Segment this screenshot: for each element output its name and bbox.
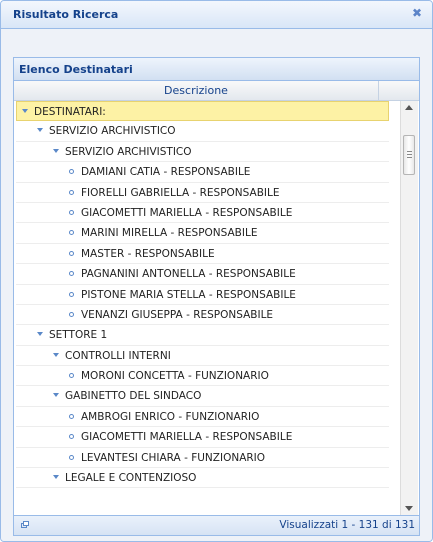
tree-node-label: DESTINATARI: <box>34 106 106 118</box>
tree-folder-row[interactable]: LEGALE E CONTENZIOSO <box>16 468 389 489</box>
tree-node-label: PISTONE MARIA STELLA - RESPONSABILE <box>81 288 296 301</box>
leaf-bullet-icon <box>69 189 74 195</box>
tree-grid: DESTINATARI: SERVIZIO ARCHIVISTICO SERVIZI… <box>16 101 389 515</box>
expand-arrow-icon[interactable] <box>37 332 43 337</box>
tree-node-label: MORONI CONCETTA - FUNZIONARIO <box>81 370 269 383</box>
tree-folder-row[interactable]: DESTINATARI: <box>16 101 389 122</box>
leaf-bullet-icon <box>69 169 74 175</box>
column-header-label: Descrizione <box>164 84 228 97</box>
scroll-down-icon[interactable] <box>405 506 413 511</box>
tree-node-label: SERVIZIO ARCHIVISTICO <box>49 125 176 138</box>
tree-leaf-row[interactable]: GIACOMETTI MARIELLA - RESPONSABILE <box>16 427 389 448</box>
close-icon[interactable]: ✖ <box>412 7 423 19</box>
tree-node-label: PAGNANINI ANTONELLA - RESPONSABILE <box>81 268 296 281</box>
leaf-bullet-icon <box>69 413 74 419</box>
paging-toolbar: Visualizzati 1 - 131 di 131 <box>14 515 419 535</box>
vertical-scrollbar[interactable] <box>400 101 418 515</box>
scroll-thumb[interactable] <box>403 135 415 175</box>
leaf-bullet-icon <box>69 271 74 277</box>
expand-arrow-icon[interactable] <box>53 352 59 357</box>
tree-leaf-row[interactable]: PISTONE MARIA STELLA - RESPONSABILE <box>16 285 389 305</box>
tree-node-label: SETTORE 1 <box>49 329 108 342</box>
tree-node-label: LEVANTESI CHIARA - FUNZIONARIO <box>81 451 266 464</box>
tree-leaf-row[interactable]: AMBROGI ENRICO - FUNZIONARIO <box>16 407 389 428</box>
panel-title: Elenco Destinatari <box>19 63 133 76</box>
tree-node-label: MARINI MIRELLA - RESPONSABILE <box>81 227 258 240</box>
expand-arrow-icon[interactable] <box>53 475 59 480</box>
tree-node-label: SERVIZIO ARCHIVISTICO <box>65 145 192 158</box>
tree-node-label: FIORELLI GABRIELLA - RESPONSABILE <box>81 186 280 199</box>
leaf-bullet-icon <box>69 311 74 317</box>
leaf-bullet-icon <box>69 434 74 440</box>
tree-node-label: GABINETTO DEL SINDACO <box>65 390 202 403</box>
tree-node-label: DAMIANI CATIA - RESPONSABILE <box>81 166 251 179</box>
tree-node-label: VENANZI GIUSEPPA - RESPONSABILE <box>81 308 274 321</box>
tree-folder-row[interactable]: SERVIZIO ARCHIVISTICO <box>16 142 389 163</box>
tree-leaf-row[interactable]: VENANZI GIUSEPPA - RESPONSABILE <box>16 305 389 326</box>
expand-arrow-icon[interactable] <box>37 128 43 133</box>
tree-leaf-row[interactable]: GIACOMETTI MARIELLA - RESPONSABILE <box>16 203 389 224</box>
tree-folder-row[interactable]: CONTROLLI INTERNI <box>16 346 389 367</box>
expand-arrow-icon[interactable] <box>53 148 59 153</box>
search-result-window: Risultato Ricerca ✖ Elenco Destinatari D… <box>0 0 433 542</box>
window-titlebar[interactable]: Risultato Ricerca ✖ <box>1 1 432 29</box>
tree-folder-row[interactable]: GABINETTO DEL SINDACO <box>16 386 389 407</box>
window-title: Risultato Ricerca <box>13 8 119 21</box>
tree-leaf-row[interactable]: PAGNANINI ANTONELLA - RESPONSABILE <box>16 264 389 285</box>
tree-leaf-row[interactable]: DAMIANI CATIA - RESPONSABILE <box>16 162 389 183</box>
tree-node-label: MASTER - RESPONSABILE <box>81 247 215 260</box>
refresh-icon[interactable] <box>21 521 29 528</box>
tree-leaf-row[interactable]: LEVANTESI CHIARA - FUNZIONARIO <box>16 448 389 469</box>
tree-folder-row[interactable]: SERVIZIO ARCHIVISTICO <box>16 121 389 142</box>
tree-node-label: GIACOMETTI MARIELLA - RESPONSABILE <box>81 206 293 219</box>
leaf-bullet-icon <box>69 250 74 256</box>
tree-node-label: LEGALE E CONTENZIOSO <box>65 472 197 485</box>
leaf-bullet-icon <box>69 373 74 379</box>
leaf-bullet-icon <box>69 209 74 215</box>
tree-leaf-row[interactable]: MASTER - RESPONSABILE <box>16 244 389 265</box>
leaf-bullet-icon <box>69 230 74 236</box>
expand-arrow-icon[interactable] <box>22 109 28 113</box>
window-body: Elenco Destinatari Descrizione DESTINATA… <box>1 29 432 541</box>
tree-node-label: CONTROLLI INTERNI <box>65 349 171 362</box>
column-header-descrizione[interactable]: Descrizione <box>14 81 379 101</box>
paging-info: Visualizzati 1 - 131 di 131 <box>279 519 415 531</box>
tree-leaf-row[interactable]: MORONI CONCETTA - FUNZIONARIO <box>16 366 389 387</box>
tree-node-label: GIACOMETTI MARIELLA - RESPONSABILE <box>81 431 293 444</box>
tree-leaf-row[interactable]: FIORELLI GABRIELLA - RESPONSABILE <box>16 183 389 203</box>
leaf-bullet-icon <box>69 454 74 460</box>
expand-arrow-icon[interactable] <box>53 393 59 398</box>
tree-leaf-row[interactable]: MARINI MIRELLA - RESPONSABILE <box>16 223 389 244</box>
leaf-bullet-icon <box>69 291 74 297</box>
scroll-up-icon[interactable] <box>405 105 413 110</box>
recipients-panel: Elenco Destinatari Descrizione DESTINATA… <box>13 57 420 536</box>
tree-folder-row[interactable]: SETTORE 1 <box>16 325 389 346</box>
column-header-filler <box>379 81 419 101</box>
panel-header: Elenco Destinatari <box>14 58 419 81</box>
tree-node-label: AMBROGI ENRICO - FUNZIONARIO <box>81 410 260 423</box>
